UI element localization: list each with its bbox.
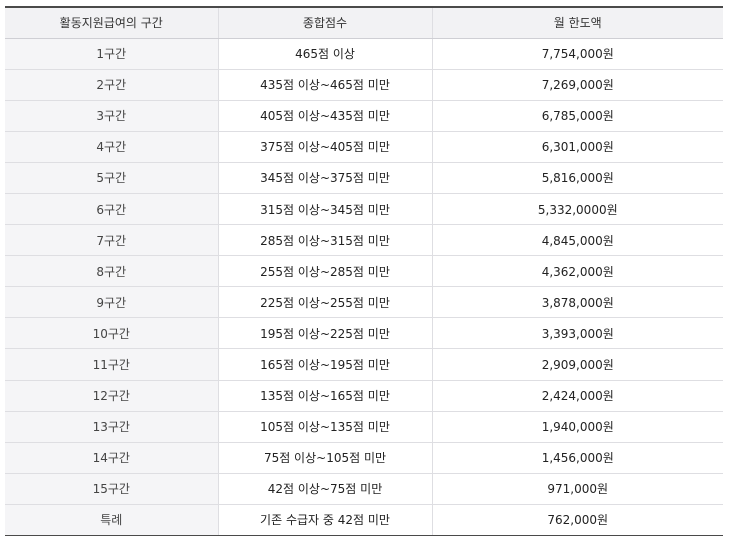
row-section: 4구간 [5, 131, 218, 163]
table-row: 7구간 285점 이상~315점 미만 4,845,000원 [5, 224, 723, 257]
row-section: 특례 [5, 504, 218, 537]
table-body: 1구간 465점 이상 7,754,000원 2구간 435점 이상~465점 미만 7,… [5, 38, 723, 537]
table-row: 특례 기존 수급자 중 42점 미만 762,000원 [5, 504, 723, 537]
row-section: 15구간 [5, 473, 218, 505]
table-row: 13구간 105점 이상~135점 미만 1,940,000원 [5, 411, 723, 443]
row-section: 12구간 [5, 380, 218, 412]
row-score: 345점 이상~375점 미만 [217, 162, 432, 194]
table-row: 1구간 465점 이상 7,754,000원 [5, 38, 723, 70]
table-row: 14구간 75점 이상~105점 미만 1,456,000원 [5, 442, 723, 474]
row-monthly-limit: 1,940,000원 [431, 411, 723, 443]
row-section: 9구간 [5, 286, 218, 319]
row-monthly-limit: 4,362,000원 [431, 255, 723, 288]
row-monthly-limit: 7,269,000원 [431, 69, 723, 101]
row-monthly-limit: 971,000원 [431, 473, 723, 505]
row-score: 465점 이상 [217, 38, 432, 70]
row-monthly-limit: 6,785,000원 [431, 100, 723, 132]
table-row: 5구간 345점 이상~375점 미만 5,816,000원 [5, 162, 723, 194]
row-section: 10구간 [5, 317, 218, 350]
row-score: 195점 이상~225점 미만 [217, 317, 432, 350]
table-header: 활동지원급여의 구간 종합점수 월 한도액 [5, 6, 723, 39]
row-section: 7구간 [5, 224, 218, 257]
row-section: 1구간 [5, 38, 218, 70]
row-section: 13구간 [5, 411, 218, 443]
row-score: 165점 이상~195점 미만 [217, 348, 432, 381]
row-monthly-limit: 7,754,000원 [431, 38, 723, 70]
row-section: 6구간 [5, 193, 218, 226]
row-monthly-limit: 2,909,000원 [431, 348, 723, 381]
row-section: 2구간 [5, 69, 218, 101]
table-row: 15구간 42점 이상~75점 미만 971,000원 [5, 473, 723, 505]
row-score: 기존 수급자 중 42점 미만 [217, 504, 432, 537]
row-monthly-limit: 6,301,000원 [431, 131, 723, 163]
row-section: 11구간 [5, 348, 218, 381]
row-score: 105점 이상~135점 미만 [217, 411, 432, 443]
table-row: 2구간 435점 이상~465점 미만 7,269,000원 [5, 69, 723, 101]
row-monthly-limit: 762,000원 [431, 504, 723, 537]
header-monthly-limit: 월 한도액 [431, 6, 723, 39]
row-monthly-limit: 3,393,000원 [431, 317, 723, 350]
table-row: 10구간 195점 이상~225점 미만 3,393,000원 [5, 317, 723, 350]
row-section: 5구간 [5, 162, 218, 194]
row-section: 14구간 [5, 442, 218, 474]
benefit-table-container: 활동지원급여의 구간 종합점수 월 한도액 1구간 465점 이상 7,754,00… [5, 6, 723, 537]
row-monthly-limit: 3,878,000원 [431, 286, 723, 319]
table-row: 4구간 375점 이상~405점 미만 6,301,000원 [5, 131, 723, 163]
table-row: 11구간 165점 이상~195점 미만 2,909,000원 [5, 348, 723, 381]
row-section: 3구간 [5, 100, 218, 132]
row-score: 435점 이상~465점 미만 [217, 69, 432, 101]
row-score: 75점 이상~105점 미만 [217, 442, 432, 474]
row-score: 225점 이상~255점 미만 [217, 286, 432, 319]
row-monthly-limit: 5,816,000원 [431, 162, 723, 194]
header-row: 활동지원급여의 구간 종합점수 월 한도액 [5, 6, 723, 39]
row-section: 8구간 [5, 255, 218, 288]
table-row: 8구간 255점 이상~285점 미만 4,362,000원 [5, 255, 723, 288]
header-section: 활동지원급여의 구간 [5, 6, 218, 39]
row-score: 42점 이상~75점 미만 [217, 473, 432, 505]
row-score: 375점 이상~405점 미만 [217, 131, 432, 163]
table-row: 9구간 225점 이상~255점 미만 3,878,000원 [5, 286, 723, 319]
row-monthly-limit: 5,332,0000원 [431, 193, 723, 226]
benefit-table: 활동지원급여의 구간 종합점수 월 한도액 1구간 465점 이상 7,754,00… [5, 6, 723, 537]
row-monthly-limit: 2,424,000원 [431, 380, 723, 412]
row-score: 315점 이상~345점 미만 [217, 193, 432, 226]
row-monthly-limit: 1,456,000원 [431, 442, 723, 474]
row-score: 285점 이상~315점 미만 [217, 224, 432, 257]
row-monthly-limit: 4,845,000원 [431, 224, 723, 257]
row-score: 135점 이상~165점 미만 [217, 380, 432, 412]
row-score: 405점 이상~435점 미만 [217, 100, 432, 132]
table-row: 12구간 135점 이상~165점 미만 2,424,000원 [5, 380, 723, 412]
table-row: 3구간 405점 이상~435점 미만 6,785,000원 [5, 100, 723, 132]
table-row: 6구간 315점 이상~345점 미만 5,332,0000원 [5, 193, 723, 226]
row-score: 255점 이상~285점 미만 [217, 255, 432, 288]
header-score: 종합점수 [217, 6, 432, 39]
